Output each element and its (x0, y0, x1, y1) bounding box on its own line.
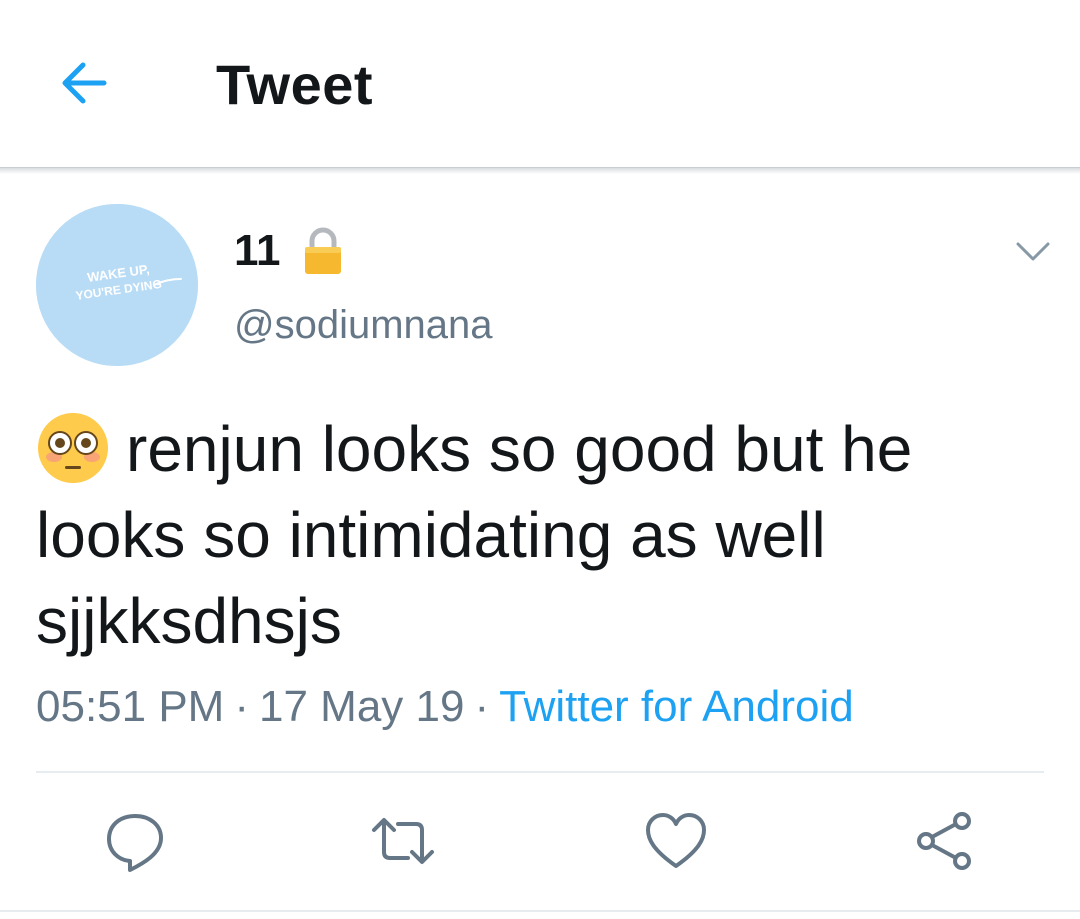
reply-icon[interactable] (102, 808, 168, 874)
header-shadow (0, 168, 1080, 174)
meta-separator: · (234, 682, 249, 731)
tweet-text: renjun looks so good but he looks so int… (36, 413, 913, 657)
meta-separator: · (474, 682, 490, 731)
reply-button[interactable] (102, 808, 168, 874)
author-name[interactable]: 11 (234, 226, 281, 276)
tweet-meta: 05:51 PM · 17 May 19 · Twitter for Android (36, 680, 854, 734)
avatar[interactable]: WAKE UP, YOU'RE DYING (36, 204, 198, 366)
retweet-button[interactable] (370, 808, 436, 874)
page-title: Tweet (216, 53, 374, 116)
tweet-source-link[interactable]: Twitter for Android (499, 682, 854, 731)
author-handle[interactable]: @sodiumnana (234, 302, 493, 348)
retweet-icon[interactable] (370, 808, 436, 874)
actions-divider (36, 771, 1044, 773)
arrow-left-icon[interactable] (52, 50, 118, 116)
tweet-date: 17 May 19 (259, 682, 465, 731)
share-button[interactable] (912, 808, 978, 874)
like-button[interactable] (643, 808, 709, 874)
tweet-time: 05:51 PM (36, 682, 225, 731)
tweet-options-button[interactable] (1010, 228, 1056, 274)
share-icon[interactable] (912, 808, 978, 874)
tweet-detail-screen: Tweet WAKE UP, YOU'RE DYING 11 @sodiumna… (0, 0, 1080, 919)
heart-icon[interactable] (643, 808, 709, 874)
chevron-down-icon[interactable] (1010, 228, 1056, 274)
tweet-text-container: renjun looks so good but he looks so int… (36, 406, 1046, 664)
flushed-face-icon (36, 411, 110, 485)
app-header: Tweet (0, 0, 1080, 168)
lock-icon (300, 226, 346, 276)
back-button[interactable] (52, 50, 118, 116)
bottom-divider (0, 910, 1080, 912)
avatar-logo: WAKE UP, YOU'RE DYING (36, 204, 198, 366)
